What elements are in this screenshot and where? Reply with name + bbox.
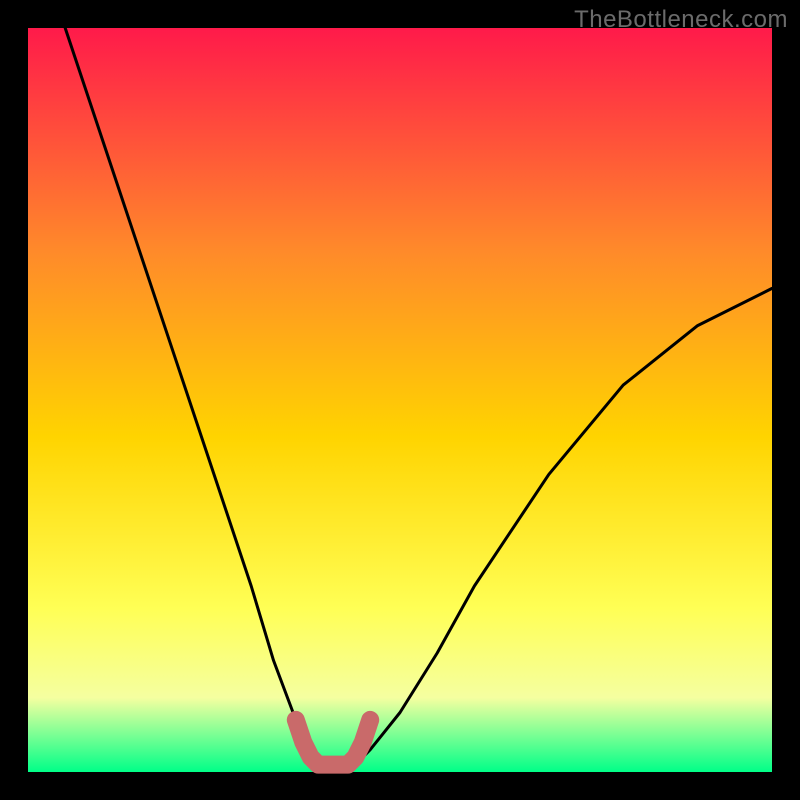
watermark-text: TheBottleneck.com <box>574 6 788 34</box>
plot-background <box>28 28 772 772</box>
bottleneck-chart <box>0 0 800 800</box>
chart-stage: TheBottleneck.com <box>0 0 800 800</box>
